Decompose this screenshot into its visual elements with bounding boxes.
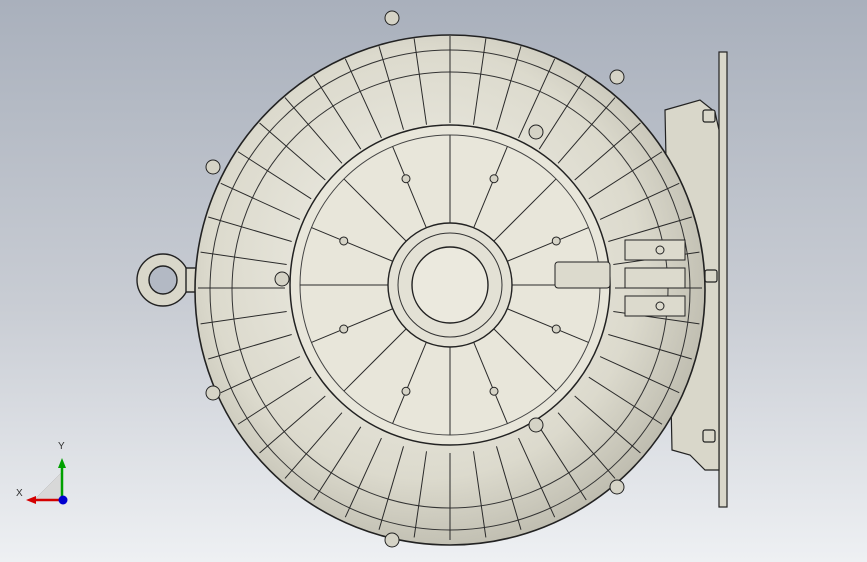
cover-screw <box>339 324 349 334</box>
bolt-head <box>528 124 544 140</box>
bolt-head <box>609 69 625 85</box>
cover-screw <box>551 324 561 334</box>
y-axis-label: Y <box>58 441 65 452</box>
x-axis-label: X <box>16 488 23 499</box>
bolt-head <box>205 385 221 401</box>
cover-screw <box>489 386 499 396</box>
bolt-head <box>205 159 221 175</box>
cover-screw <box>489 174 499 184</box>
cover-screw <box>339 236 349 246</box>
bolt-head <box>384 532 400 548</box>
bolt-head <box>384 10 400 26</box>
cover-screw <box>401 174 411 184</box>
cad-viewport[interactable]: X Y <box>0 0 867 562</box>
axis-triad <box>26 458 68 505</box>
bolt-head <box>528 417 544 433</box>
motor-model[interactable] <box>0 0 867 562</box>
bolt-head <box>609 479 625 495</box>
bolt-head <box>274 271 290 287</box>
cover-screw <box>401 386 411 396</box>
shaft-center <box>411 246 489 324</box>
cover-screw <box>551 236 561 246</box>
